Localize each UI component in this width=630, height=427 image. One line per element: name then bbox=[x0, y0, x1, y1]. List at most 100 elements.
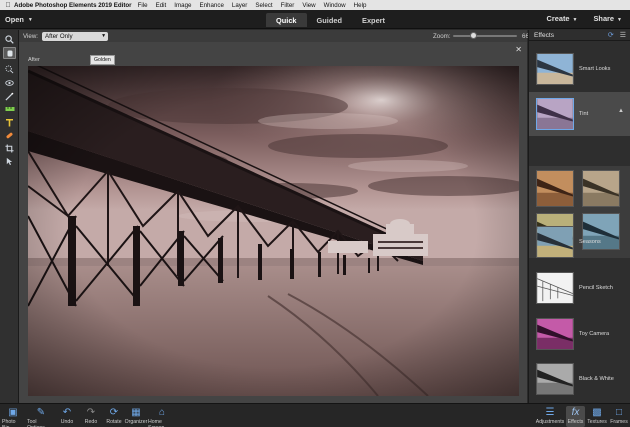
canvas-area: After Golden ✕ bbox=[19, 42, 527, 403]
apple-icon[interactable]:  bbox=[4, 2, 12, 9]
straighten-tool-icon[interactable] bbox=[3, 103, 16, 115]
effect-tint[interactable]: Tint ▲ bbox=[529, 92, 630, 136]
view-select[interactable]: After Only ▼ bbox=[42, 31, 109, 41]
rotate-label: Rotate bbox=[106, 419, 122, 425]
home-screen-label: Home Screen bbox=[148, 419, 164, 427]
share-label: Share bbox=[593, 14, 615, 23]
effect-thumbnail bbox=[536, 98, 574, 130]
menu-view[interactable]: View bbox=[302, 2, 315, 9]
frames-icon: □ bbox=[615, 407, 623, 418]
textures-icon: ▩ bbox=[592, 407, 602, 418]
textures-button[interactable]: ▩ Textures bbox=[587, 406, 607, 427]
tool-options-icon: ✎ bbox=[36, 407, 46, 418]
refresh-icon[interactable]: ⟳ bbox=[608, 32, 614, 39]
menu-enhance[interactable]: Enhance bbox=[199, 2, 223, 9]
effect-label: Toy Camera bbox=[579, 331, 610, 337]
mode-tabs: Quick Guided Expert bbox=[266, 13, 395, 27]
tab-guided[interactable]: Guided bbox=[307, 13, 352, 27]
photo-bin-label: Photo Bin bbox=[2, 419, 16, 427]
textures-label: Textures bbox=[587, 419, 607, 425]
organizer-button[interactable]: ▦ Organizer bbox=[124, 406, 148, 427]
panel-menu-icon[interactable]: ☰ bbox=[620, 32, 626, 39]
effects-panel-header: Effects ⟳ ☰ bbox=[529, 30, 630, 41]
rotate-button[interactable]: ⟳ Rotate bbox=[104, 406, 124, 427]
chevron-down-icon: ▼ bbox=[572, 17, 578, 23]
effects-panel: Effects ⟳ ☰ Smart Looks Tint ▲ Seasons P… bbox=[528, 30, 630, 403]
undo-button[interactable]: ↶ Undo bbox=[58, 406, 76, 427]
whiten-teeth-tool-icon[interactable] bbox=[3, 90, 16, 102]
header-actions: Create ▼ Share ▼ bbox=[531, 14, 622, 23]
effect-seasons[interactable]: Seasons bbox=[529, 220, 630, 264]
zoom-label: Zoom: bbox=[433, 32, 451, 40]
spot-healing-tool-icon[interactable] bbox=[3, 129, 16, 141]
menu-help[interactable]: Help bbox=[354, 2, 367, 9]
chevron-down-icon: ▼ bbox=[617, 17, 622, 23]
redo-label: Redo bbox=[84, 419, 98, 425]
open-label: Open bbox=[5, 15, 24, 24]
zoom-tool-icon[interactable] bbox=[3, 33, 16, 45]
mac-menubar:  Adobe Photoshop Elements 2019 Editor F… bbox=[0, 0, 630, 10]
tool-options-button[interactable]: ✎ Tool Options bbox=[27, 406, 55, 427]
effect-smart-looks[interactable]: Smart Looks bbox=[529, 47, 630, 91]
toolbox bbox=[0, 30, 19, 403]
quick-selection-tool-icon[interactable] bbox=[3, 63, 16, 75]
effect-pencil-sketch[interactable]: Pencil Sketch bbox=[529, 266, 630, 310]
panel-icons: ⟳ ☰ bbox=[604, 31, 626, 39]
crop-tool-icon[interactable] bbox=[3, 142, 16, 154]
organizer-label: Organizer bbox=[124, 419, 148, 425]
bottom-taskbar: ▣ Photo Bin ✎ Tool Options ↶ Undo ↷ Redo… bbox=[0, 403, 630, 427]
photo-canvas[interactable] bbox=[28, 66, 519, 396]
view-label: View: bbox=[23, 32, 39, 40]
home-screen-button[interactable]: ⌂ Home Screen bbox=[148, 406, 176, 427]
frames-button[interactable]: □ Frames bbox=[609, 406, 629, 427]
effects-panel-title: Effects bbox=[534, 31, 555, 39]
zoom-slider[interactable] bbox=[453, 32, 517, 39]
close-icon[interactable]: ✕ bbox=[515, 45, 522, 54]
tab-quick[interactable]: Quick bbox=[266, 13, 307, 27]
red-eye-tool-icon[interactable] bbox=[3, 77, 16, 89]
organizer-icon: ▦ bbox=[131, 407, 141, 418]
effect-thumbnail bbox=[536, 53, 574, 85]
photo-bin-button[interactable]: ▣ Photo Bin bbox=[2, 406, 24, 427]
type-tool-icon[interactable] bbox=[3, 116, 16, 128]
redo-button[interactable]: ↷ Redo bbox=[82, 406, 100, 427]
menu-select[interactable]: Select bbox=[255, 2, 272, 9]
adjustments-button[interactable]: ☰ Adjustments bbox=[536, 406, 565, 427]
effect-thumbnail bbox=[536, 363, 574, 395]
chevron-up-icon[interactable]: ▲ bbox=[618, 108, 624, 114]
tint-variation-thumb[interactable] bbox=[582, 170, 620, 207]
effect-thumbnail bbox=[536, 272, 574, 304]
chevron-down-icon: ▼ bbox=[101, 33, 107, 39]
app-header: Open ▼ Quick Guided Expert Create ▼ Share… bbox=[0, 10, 630, 29]
tooltip: Golden bbox=[90, 55, 115, 65]
effect-label: Pencil Sketch bbox=[579, 285, 613, 291]
menu-image[interactable]: Image bbox=[174, 2, 191, 9]
tab-expert[interactable]: Expert bbox=[352, 13, 395, 27]
menu-window[interactable]: Window bbox=[324, 2, 346, 9]
menu-file[interactable]: File bbox=[138, 2, 148, 9]
menu-filter[interactable]: Filter bbox=[281, 2, 295, 9]
fx-icon: fx bbox=[571, 407, 580, 418]
undo-label: Undo bbox=[60, 419, 74, 425]
share-button[interactable]: Share ▼ bbox=[594, 14, 623, 23]
effect-black-and-white[interactable]: Black & White bbox=[529, 357, 630, 401]
move-tool-icon[interactable] bbox=[3, 155, 16, 167]
hand-tool-icon[interactable] bbox=[3, 47, 16, 59]
zoom-slider-handle[interactable] bbox=[470, 32, 478, 39]
menu-edit[interactable]: Edit bbox=[156, 2, 167, 9]
effect-thumbnail bbox=[536, 226, 574, 258]
after-pane-label: After bbox=[28, 57, 40, 63]
effects-button[interactable]: fx Effects bbox=[566, 406, 585, 427]
create-button[interactable]: Create ▼ bbox=[547, 14, 578, 23]
open-button[interactable]: Open ▼ bbox=[5, 13, 45, 26]
frames-label: Frames bbox=[610, 419, 628, 425]
effect-toy-camera[interactable]: Toy Camera bbox=[529, 312, 630, 356]
effect-label: Smart Looks bbox=[579, 66, 611, 72]
adjustments-icon: ☰ bbox=[545, 407, 555, 418]
app-name[interactable]: Adobe Photoshop Elements 2019 Editor bbox=[14, 2, 132, 9]
tint-variation-thumb[interactable] bbox=[536, 170, 574, 207]
tool-options-label: Tool Options bbox=[27, 419, 45, 427]
effect-label: Seasons bbox=[579, 239, 601, 245]
view-select-value: After Only bbox=[45, 32, 73, 40]
menu-layer[interactable]: Layer bbox=[232, 2, 247, 9]
